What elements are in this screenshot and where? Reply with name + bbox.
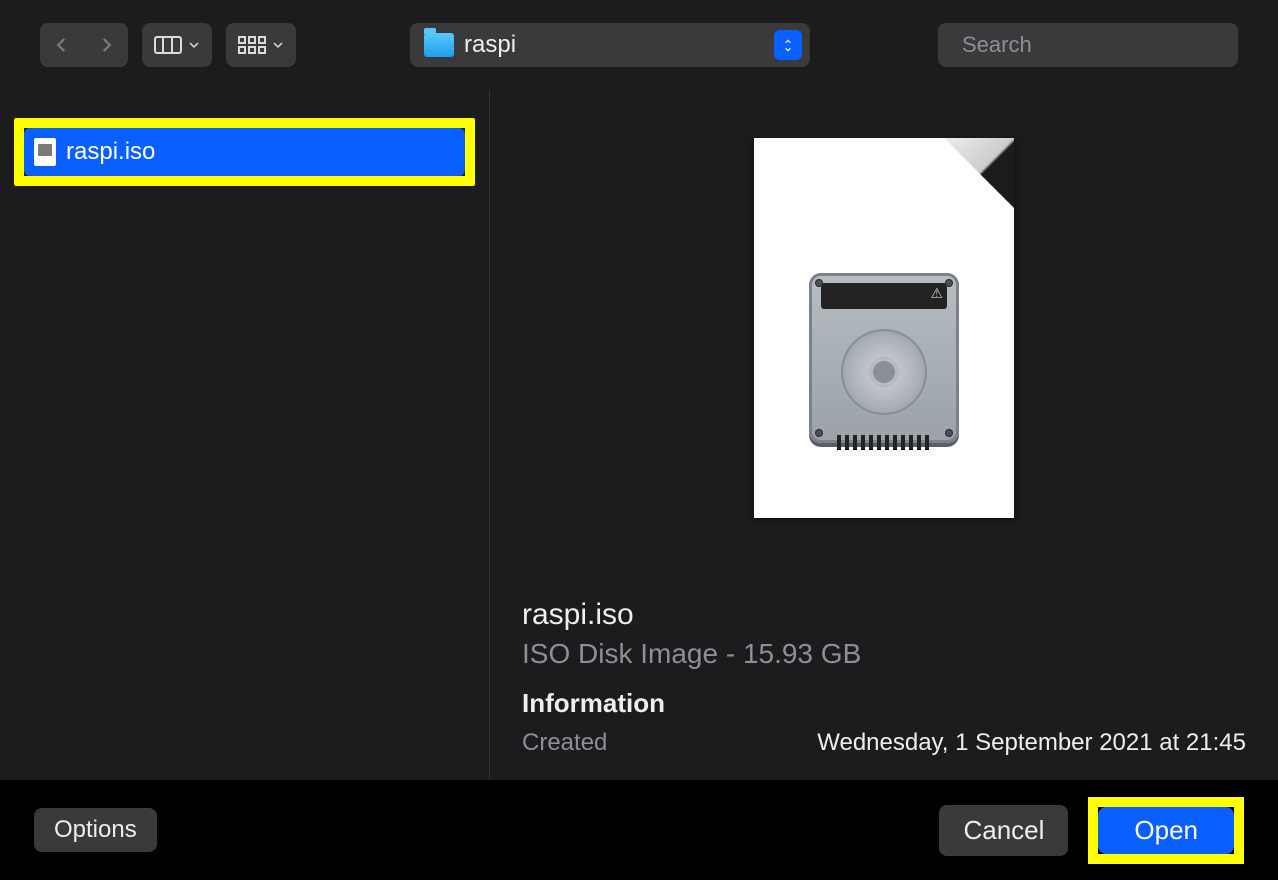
options-button[interactable]: Options xyxy=(34,808,157,852)
chevron-down-icon xyxy=(188,39,200,51)
view-grid-button[interactable] xyxy=(226,23,296,67)
preview-kind-size: ISO Disk Image - 15.93 GB xyxy=(522,638,1246,670)
grid-icon xyxy=(238,36,266,54)
chevron-right-icon xyxy=(97,36,115,54)
folder-icon xyxy=(424,33,454,57)
highlight-open-button: Open xyxy=(1088,797,1244,864)
page-curl-icon xyxy=(944,138,1014,208)
toolbar: raspi xyxy=(0,0,1278,90)
view-columns-button[interactable] xyxy=(142,23,212,67)
info-heading: Information xyxy=(522,688,1246,719)
open-button[interactable]: Open xyxy=(1098,807,1234,854)
path-popup-button[interactable]: raspi xyxy=(410,23,810,67)
created-value: Wednesday, 1 September 2021 at 21:45 xyxy=(817,729,1246,757)
back-button[interactable] xyxy=(40,23,84,67)
path-label: raspi xyxy=(464,31,764,59)
chevron-down-icon xyxy=(272,39,284,51)
search-input[interactable] xyxy=(962,32,1250,58)
created-label: Created xyxy=(522,729,607,757)
preview-filename: raspi.iso xyxy=(522,598,1246,632)
columns-icon xyxy=(154,36,182,54)
file-list-pane: raspi.iso xyxy=(0,90,490,780)
dialog-footer: Options Cancel Open xyxy=(0,780,1278,880)
chevron-up-icon xyxy=(783,38,793,45)
file-preview-thumbnail xyxy=(754,138,1014,518)
chevron-left-icon xyxy=(53,36,71,54)
disk-image-icon xyxy=(809,273,959,443)
highlight-selected-file: raspi.iso xyxy=(14,118,475,186)
nav-buttons xyxy=(40,23,128,67)
search-field[interactable] xyxy=(938,23,1238,67)
open-file-dialog: raspi raspi.iso xyxy=(0,0,1278,780)
file-row[interactable]: raspi.iso xyxy=(24,128,465,176)
file-name: raspi.iso xyxy=(66,138,155,166)
forward-button[interactable] xyxy=(84,23,128,67)
popup-indicator xyxy=(774,30,802,60)
preview-pane: raspi.iso ISO Disk Image - 15.93 GB Info… xyxy=(490,90,1278,780)
iso-file-icon xyxy=(34,138,56,166)
cancel-button[interactable]: Cancel xyxy=(939,805,1068,856)
chevron-down-icon xyxy=(783,46,793,53)
